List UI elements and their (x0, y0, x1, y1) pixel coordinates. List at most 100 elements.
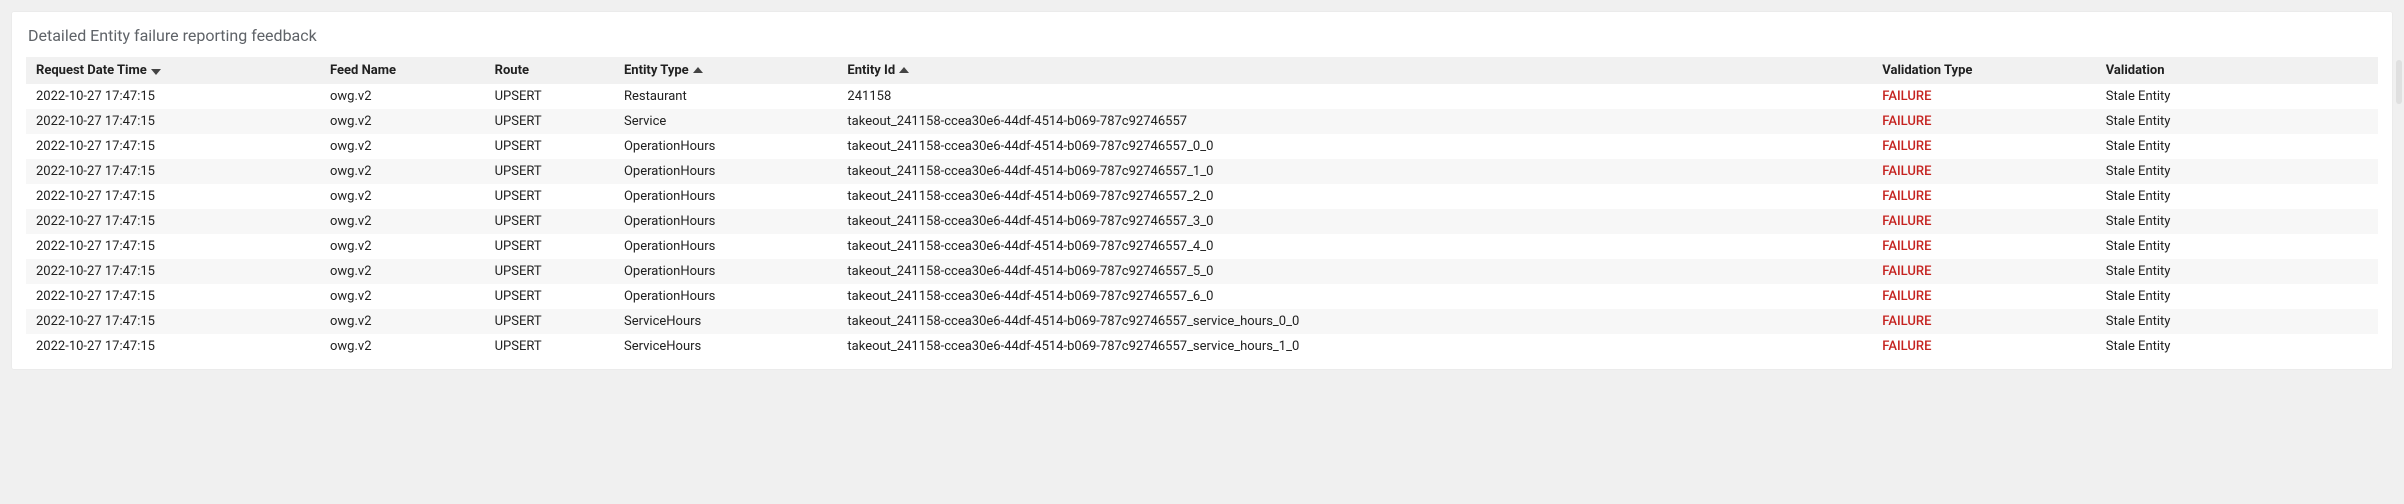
cell-entity-id: takeout_241158-ccea30e6-44df-4514-b069-7… (837, 184, 1872, 209)
cell-route: UPSERT (485, 209, 614, 234)
cell-entity-id: takeout_241158-ccea30e6-44df-4514-b069-7… (837, 284, 1872, 309)
cell-feed-name: owg.v2 (320, 284, 485, 309)
cell-entity-id: takeout_241158-ccea30e6-44df-4514-b069-7… (837, 134, 1872, 159)
cell-validation-type: FAILURE (1872, 259, 2095, 284)
cell-request-date-time: 2022-10-27 17:47:15 (26, 159, 320, 184)
table-row: 2022-10-27 17:47:15owg.v2UPSERTOperation… (26, 184, 2378, 209)
cell-validation-type: FAILURE (1872, 109, 2095, 134)
cell-validation: Stale Entity (2096, 309, 2378, 334)
table-row: 2022-10-27 17:47:15owg.v2UPSERTOperation… (26, 209, 2378, 234)
cell-validation: Stale Entity (2096, 184, 2378, 209)
cell-validation: Stale Entity (2096, 109, 2378, 134)
col-validation-type[interactable]: Validation Type (1872, 57, 2095, 84)
cell-route: UPSERT (485, 334, 614, 359)
cell-entity-id: takeout_241158-ccea30e6-44df-4514-b069-7… (837, 109, 1872, 134)
cell-entity-type: OperationHours (614, 259, 837, 284)
cell-entity-type: OperationHours (614, 209, 837, 234)
cell-route: UPSERT (485, 84, 614, 109)
sort-asc-icon (899, 66, 909, 76)
cell-request-date-time: 2022-10-27 17:47:15 (26, 309, 320, 334)
col-label: Entity Id (847, 63, 895, 78)
cell-entity-id: takeout_241158-ccea30e6-44df-4514-b069-7… (837, 234, 1872, 259)
cell-validation-type: FAILURE (1872, 234, 2095, 259)
table-body: 2022-10-27 17:47:15owg.v2UPSERTRestauran… (26, 84, 2378, 359)
sort-asc-icon (693, 66, 703, 76)
cell-entity-id: takeout_241158-ccea30e6-44df-4514-b069-7… (837, 159, 1872, 184)
cell-validation-type: FAILURE (1872, 334, 2095, 359)
cell-entity-type: OperationHours (614, 284, 837, 309)
cell-feed-name: owg.v2 (320, 84, 485, 109)
cell-entity-type: OperationHours (614, 134, 837, 159)
scrollbar-thumb[interactable] (2396, 60, 2402, 104)
cell-validation-type: FAILURE (1872, 84, 2095, 109)
cell-route: UPSERT (485, 259, 614, 284)
table-row: 2022-10-27 17:47:15owg.v2UPSERTOperation… (26, 159, 2378, 184)
cell-feed-name: owg.v2 (320, 109, 485, 134)
cell-feed-name: owg.v2 (320, 234, 485, 259)
cell-validation: Stale Entity (2096, 259, 2378, 284)
table-row: 2022-10-27 17:47:15owg.v2UPSERTServiceHo… (26, 309, 2378, 334)
cell-route: UPSERT (485, 309, 614, 334)
col-label: Validation Type (1882, 63, 1972, 78)
col-label: Validation (2106, 63, 2165, 78)
cell-entity-type: OperationHours (614, 184, 837, 209)
table-row: 2022-10-27 17:47:15owg.v2UPSERTOperation… (26, 134, 2378, 159)
sort-desc-icon (151, 66, 161, 76)
cell-route: UPSERT (485, 159, 614, 184)
cell-route: UPSERT (485, 184, 614, 209)
cell-validation-type: FAILURE (1872, 284, 2095, 309)
cell-feed-name: owg.v2 (320, 334, 485, 359)
cell-route: UPSERT (485, 109, 614, 134)
cell-entity-type: OperationHours (614, 159, 837, 184)
cell-feed-name: owg.v2 (320, 209, 485, 234)
col-label: Feed Name (330, 63, 396, 78)
cell-validation: Stale Entity (2096, 234, 2378, 259)
cell-entity-id: takeout_241158-ccea30e6-44df-4514-b069-7… (837, 209, 1872, 234)
cell-request-date-time: 2022-10-27 17:47:15 (26, 234, 320, 259)
table-row: 2022-10-27 17:47:15owg.v2UPSERTOperation… (26, 284, 2378, 309)
cell-validation-type: FAILURE (1872, 134, 2095, 159)
cell-validation: Stale Entity (2096, 134, 2378, 159)
cell-entity-id: takeout_241158-ccea30e6-44df-4514-b069-7… (837, 259, 1872, 284)
cell-entity-id: 241158 (837, 84, 1872, 109)
cell-entity-type: Restaurant (614, 84, 837, 109)
cell-request-date-time: 2022-10-27 17:47:15 (26, 284, 320, 309)
cell-feed-name: owg.v2 (320, 134, 485, 159)
cell-entity-id: takeout_241158-ccea30e6-44df-4514-b069-7… (837, 334, 1872, 359)
failure-table: Request Date Time Feed Name Route Entity… (26, 57, 2378, 359)
table-row: 2022-10-27 17:47:15owg.v2UPSERTRestauran… (26, 84, 2378, 109)
cell-feed-name: owg.v2 (320, 159, 485, 184)
cell-validation: Stale Entity (2096, 159, 2378, 184)
cell-request-date-time: 2022-10-27 17:47:15 (26, 84, 320, 109)
cell-feed-name: owg.v2 (320, 184, 485, 209)
cell-route: UPSERT (485, 134, 614, 159)
cell-feed-name: owg.v2 (320, 259, 485, 284)
col-entity-id[interactable]: Entity Id (837, 57, 1872, 84)
table-row: 2022-10-27 17:47:15owg.v2UPSERTServiceta… (26, 109, 2378, 134)
cell-entity-type: OperationHours (614, 234, 837, 259)
col-label: Entity Type (624, 63, 689, 78)
col-route[interactable]: Route (485, 57, 614, 84)
col-label: Request Date Time (36, 63, 147, 78)
cell-request-date-time: 2022-10-27 17:47:15 (26, 134, 320, 159)
table-row: 2022-10-27 17:47:15owg.v2UPSERTOperation… (26, 234, 2378, 259)
cell-validation-type: FAILURE (1872, 184, 2095, 209)
col-feed-name[interactable]: Feed Name (320, 57, 485, 84)
cell-request-date-time: 2022-10-27 17:47:15 (26, 334, 320, 359)
cell-entity-type: ServiceHours (614, 334, 837, 359)
cell-route: UPSERT (485, 234, 614, 259)
cell-validation-type: FAILURE (1872, 209, 2095, 234)
table-header-row: Request Date Time Feed Name Route Entity… (26, 57, 2378, 84)
table-row: 2022-10-27 17:47:15owg.v2UPSERTServiceHo… (26, 334, 2378, 359)
col-entity-type[interactable]: Entity Type (614, 57, 837, 84)
cell-route: UPSERT (485, 284, 614, 309)
col-request-date-time[interactable]: Request Date Time (26, 57, 320, 84)
cell-validation: Stale Entity (2096, 209, 2378, 234)
card-title: Detailed Entity failure reporting feedba… (28, 26, 2378, 45)
col-validation[interactable]: Validation (2096, 57, 2378, 84)
cell-request-date-time: 2022-10-27 17:47:15 (26, 209, 320, 234)
cell-validation: Stale Entity (2096, 334, 2378, 359)
cell-request-date-time: 2022-10-27 17:47:15 (26, 184, 320, 209)
cell-validation-type: FAILURE (1872, 159, 2095, 184)
cell-validation: Stale Entity (2096, 84, 2378, 109)
